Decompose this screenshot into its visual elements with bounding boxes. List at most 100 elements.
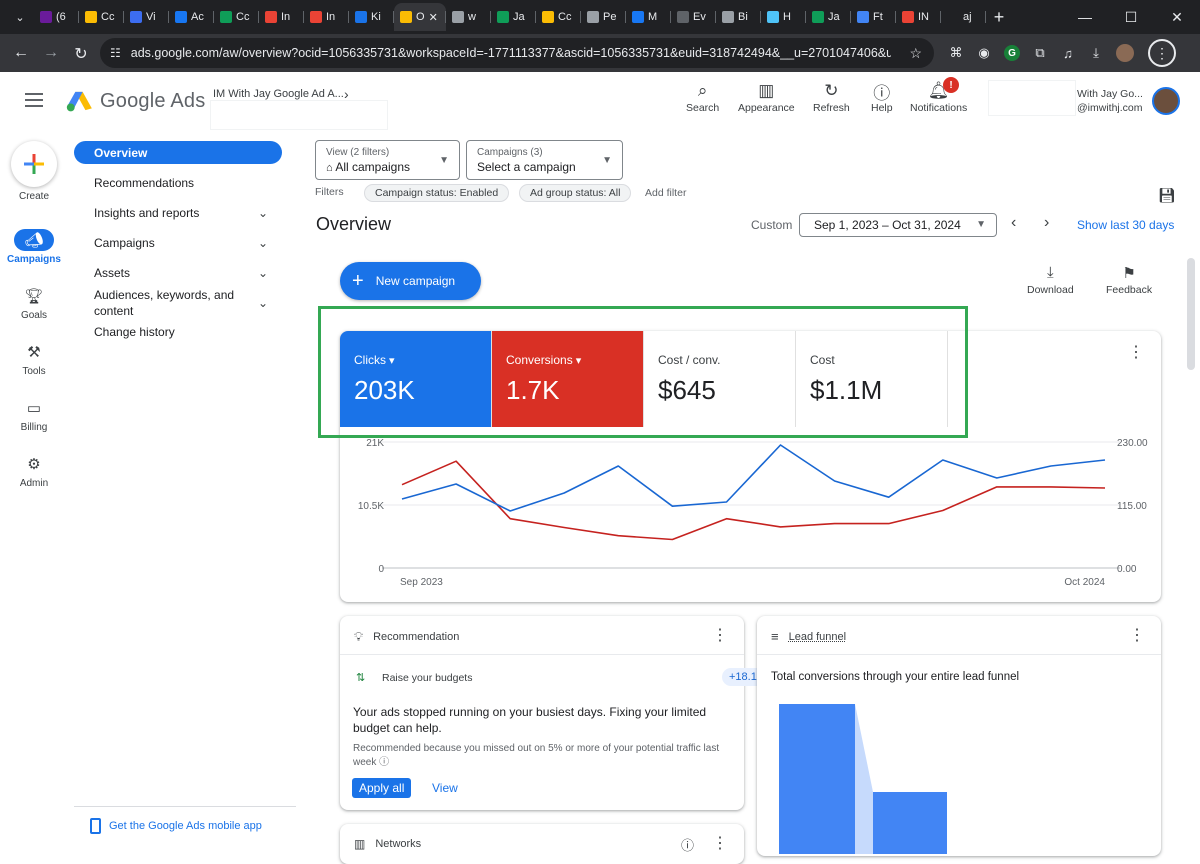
create-label: Create: [0, 191, 68, 202]
account-name[interactable]: IM With Jay Google Ad A...: [213, 88, 344, 100]
more-options-icon[interactable]: ⋮: [1128, 345, 1144, 361]
rail-campaigns[interactable]: 📣︎ Campaigns: [0, 229, 68, 265]
mobile-app-link[interactable]: Get the Google Ads mobile app: [90, 818, 262, 834]
filter-chip-campaign-status[interactable]: Campaign status: Enabled: [364, 184, 509, 202]
tab-search-icon[interactable]: ⌄: [6, 5, 34, 29]
browser-tab[interactable]: H: [761, 3, 806, 31]
browser-tab[interactable]: w: [446, 3, 491, 31]
sidebar-item-change-history[interactable]: Change history: [74, 325, 282, 339]
browser-tab[interactable]: Bi: [716, 3, 761, 31]
more-options-icon[interactable]: ⋮: [1129, 628, 1145, 644]
reload-icon[interactable]: ↻: [66, 44, 96, 64]
view-recommendation-link[interactable]: View: [432, 781, 458, 795]
sidebar-item-campaigns[interactable]: Campaigns ⌄: [74, 236, 282, 250]
grammarly-extension-icon[interactable]: G: [1004, 45, 1020, 61]
show-last-30-days-link[interactable]: Show last 30 days: [1077, 218, 1174, 232]
browser-tab[interactable]: Pe: [581, 3, 626, 31]
save-filter-icon[interactable]: 💾︎: [1158, 187, 1176, 204]
chevron-down-icon[interactable]: ⌄: [258, 236, 268, 250]
download-button[interactable]: ⤓ Download: [1027, 264, 1074, 296]
puzzle-extensions-icon[interactable]: ⧉: [1032, 45, 1048, 61]
home-icon: ⌂: [326, 162, 333, 174]
rail-admin[interactable]: ⚙ Admin: [0, 453, 68, 489]
new-tab-button[interactable]: +: [986, 7, 1012, 28]
close-tab-icon[interactable]: ✕: [429, 11, 438, 24]
help-button[interactable]: ⓘ Help: [871, 80, 893, 114]
campaign-select-dropdown[interactable]: Campaigns (3) Select a campaign ▼: [466, 140, 623, 180]
sidebar-item-insights[interactable]: Insights and reports ⌄: [74, 206, 282, 220]
add-filter-link[interactable]: Add filter: [645, 187, 686, 199]
back-icon[interactable]: ←: [6, 44, 36, 64]
view-filter-dropdown[interactable]: View (2 filters) ⌂ All campaigns ▼: [315, 140, 460, 180]
refresh-button[interactable]: ↻ Refresh: [813, 80, 850, 114]
new-campaign-button[interactable]: + New campaign: [340, 262, 481, 300]
next-period-icon[interactable]: ›: [1044, 214, 1049, 232]
sidebar-item-overview[interactable]: Overview: [74, 141, 282, 164]
chevron-down-icon[interactable]: ⌄: [258, 206, 268, 220]
browser-tab[interactable]: IN: [896, 3, 941, 31]
tab-label: Vi: [146, 11, 156, 23]
minimize-icon[interactable]: —: [1062, 0, 1108, 34]
more-options-icon[interactable]: ⋮: [712, 628, 728, 644]
hamburger-menu-icon[interactable]: [25, 93, 43, 107]
browser-tab[interactable]: Ft: [851, 3, 896, 31]
help-icon[interactable]: ⓘ: [681, 835, 694, 854]
profile-avatar-small[interactable]: [1116, 44, 1134, 62]
browser-tab[interactable]: Cc: [214, 3, 259, 31]
browser-menu-icon[interactable]: ⋮: [1148, 39, 1176, 67]
more-options-icon[interactable]: ⋮: [712, 836, 728, 852]
browser-tab[interactable]: In: [259, 3, 304, 31]
appearance-button[interactable]: ▥ Appearance: [738, 80, 795, 114]
lead-funnel-title[interactable]: Lead funnel: [789, 631, 847, 643]
browser-tab[interactable]: (6: [34, 3, 79, 31]
brand-name: Google Ads: [100, 90, 205, 113]
devtools-extension-icon[interactable]: ⌘: [948, 45, 964, 61]
rail-billing[interactable]: ▭ Billing: [0, 397, 68, 433]
apply-all-button[interactable]: Apply all: [352, 778, 411, 798]
maximize-icon[interactable]: ☐: [1108, 0, 1154, 34]
browser-tab[interactable]: In: [304, 3, 349, 31]
search-button[interactable]: ⌕ Search: [686, 80, 719, 114]
page-scrollbar[interactable]: [1187, 258, 1195, 370]
close-window-icon[interactable]: ✕: [1154, 0, 1200, 34]
previous-period-icon[interactable]: ‹: [1011, 214, 1016, 232]
y-right-tick-label: 115.00: [1117, 501, 1147, 512]
browser-tab[interactable]: Ev: [671, 3, 716, 31]
help-icon[interactable]: ⓘ: [379, 757, 389, 768]
date-range-picker[interactable]: Sep 1, 2023 – Oct 31, 2024 ▼: [799, 213, 997, 237]
browser-tab[interactable]: Ki: [349, 3, 394, 31]
filter-chip-adgroup-status[interactable]: Ad group status: All: [519, 184, 631, 202]
site-info-icon[interactable]: ☷: [110, 46, 121, 60]
browser-tab[interactable]: Vi: [124, 3, 169, 31]
user-avatar[interactable]: [1152, 87, 1180, 115]
create-button[interactable]: [11, 141, 57, 187]
feedback-button[interactable]: ⚑ Feedback: [1106, 264, 1152, 296]
browser-tab[interactable]: M: [626, 3, 671, 31]
bar-chart-icon: ▥: [354, 837, 365, 851]
camera-extension-icon[interactable]: ◉: [976, 45, 992, 61]
chevron-down-icon[interactable]: ⌄: [258, 295, 268, 311]
rail-goals[interactable]: 🏆︎ Goals: [0, 285, 68, 321]
tab-favicon-icon: [677, 11, 689, 23]
sidebar-item-recommendations[interactable]: Recommendations: [74, 176, 282, 190]
sidebar-item-audiences[interactable]: Audiences, keywords, and content ⌄: [74, 287, 282, 319]
sidebar-item-assets[interactable]: Assets ⌄: [74, 266, 282, 280]
bookmark-star-icon[interactable]: ☆: [909, 45, 922, 62]
browser-tab[interactable]: Ac: [169, 3, 214, 31]
browser-tab[interactable]: aj: [941, 3, 986, 31]
browser-tab[interactable]: Cc: [79, 3, 124, 31]
browser-tab[interactable]: Cc: [536, 3, 581, 31]
forward-icon[interactable]: →: [36, 44, 66, 64]
browser-tab[interactable]: Ja: [491, 3, 536, 31]
url-text[interactable]: ads.google.com/aw/overview?ocid=10563357…: [131, 46, 891, 60]
filter-lines-icon: ≡: [771, 629, 779, 644]
chevron-down-icon[interactable]: ⌄: [258, 266, 268, 280]
notifications-button[interactable]: 🔔︎ ! Notifications: [910, 80, 967, 114]
user-account-info[interactable]: With Jay Go... @imwithj.com: [1077, 87, 1143, 115]
downloads-icon[interactable]: ⤓: [1088, 45, 1104, 61]
browser-tab[interactable]: O✕: [394, 3, 446, 31]
browser-tab[interactable]: Ja: [806, 3, 851, 31]
address-bar[interactable]: ☷ ads.google.com/aw/overview?ocid=105633…: [100, 38, 934, 68]
rail-tools[interactable]: ⚒ Tools: [0, 341, 68, 377]
media-control-icon[interactable]: ♫: [1060, 45, 1076, 61]
